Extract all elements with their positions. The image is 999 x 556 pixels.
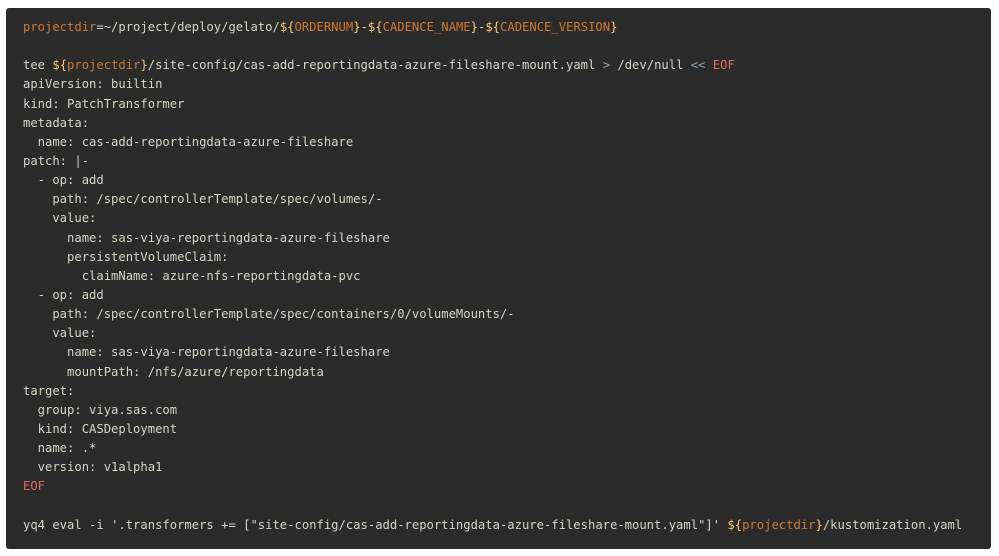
code-line: apiVersion: builtin bbox=[23, 75, 991, 94]
code-line: group: viya.sas.com bbox=[23, 401, 991, 420]
code-block[interactable]: projectdir=~/project/deploy/gelato/${ORD… bbox=[6, 8, 991, 549]
code-token: } bbox=[610, 20, 618, 34]
code-line: patch: |- bbox=[23, 152, 991, 171]
code-token: patch: |- bbox=[23, 153, 90, 168]
code-line: name: sas-viya-reportingdata-azure-files… bbox=[23, 343, 991, 362]
code-line: - op: add bbox=[23, 286, 991, 305]
code-token: name: cas-add-reportingdata-azure-filesh… bbox=[23, 134, 354, 149]
code-token: - bbox=[360, 20, 368, 34]
code-line: metadata: bbox=[23, 114, 991, 133]
code-token: metadata: bbox=[23, 115, 90, 130]
code-token: value: bbox=[23, 326, 97, 341]
code-line: mountPath: /nfs/azure/reportingdata bbox=[23, 363, 991, 382]
code-token: kind: CASDeployment bbox=[23, 421, 178, 436]
code-token: > bbox=[602, 58, 611, 73]
code-line: yq4 eval -i '.transformers += ["site-con… bbox=[23, 516, 991, 535]
code-token: value: bbox=[23, 211, 97, 226]
code-token: } bbox=[353, 20, 361, 34]
code-token: ${ bbox=[52, 58, 68, 73]
code-token: projectdir bbox=[23, 20, 97, 34]
code-token: version: v1alpha1 bbox=[23, 460, 163, 475]
code-token: ${ bbox=[485, 20, 501, 34]
code-token: /dev/null bbox=[610, 58, 691, 73]
code-token: mountPath: /nfs/azure/reportingdata bbox=[23, 364, 324, 379]
code-token: path: /spec/controllerTemplate/spec/volu… bbox=[23, 192, 383, 207]
code-token: target: bbox=[23, 383, 75, 398]
code-line: path: /spec/controllerTemplate/spec/volu… bbox=[23, 190, 991, 209]
code-line: persistentVolumeClaim: bbox=[23, 248, 991, 267]
code-token: } bbox=[140, 58, 148, 73]
code-line: name: .* bbox=[23, 439, 991, 458]
code-token: /site-config/cas-add-reportingdata-azure… bbox=[147, 58, 603, 73]
code-line: path: /spec/controllerTemplate/spec/cont… bbox=[23, 305, 991, 324]
code-line: value: bbox=[23, 324, 991, 343]
code-token: kind: PatchTransformer bbox=[23, 96, 185, 111]
code-token: EOF bbox=[712, 58, 735, 73]
code-line: projectdir=~/project/deploy/gelato/${ORD… bbox=[23, 18, 991, 37]
code-token: CADENCE_VERSION bbox=[500, 20, 611, 34]
code-line: tee ${projectdir}/site-config/cas-add-re… bbox=[23, 56, 991, 75]
code-token: persistentVolumeClaim: bbox=[23, 249, 229, 264]
code-line: version: v1alpha1 bbox=[23, 458, 991, 477]
code-token: - op: add bbox=[23, 173, 104, 188]
code-line: target: bbox=[23, 382, 991, 401]
code-line: kind: PatchTransformer bbox=[23, 95, 991, 114]
code-line: name: sas-viya-reportingdata-azure-files… bbox=[23, 229, 991, 248]
code-token: ${ bbox=[367, 20, 383, 34]
code-line: kind: CASDeployment bbox=[23, 420, 991, 439]
code-token: } bbox=[470, 20, 478, 34]
code-token: yq4 eval -i '.transformers += ["site-con… bbox=[23, 517, 728, 532]
code-token: ORDERNUM bbox=[294, 20, 354, 34]
code-token: =~/project/deploy/gelato/ bbox=[96, 20, 280, 34]
code-line: claimName: azure-nfs-reportingdata-pvc bbox=[23, 267, 991, 286]
code-token: - op: add bbox=[23, 287, 104, 302]
code-token: ${ bbox=[279, 20, 295, 34]
code-token: apiVersion: builtin bbox=[23, 77, 163, 92]
code-token: /kustomization.yaml bbox=[822, 517, 963, 532]
code-token: } bbox=[815, 517, 823, 532]
code-token: name: .* bbox=[23, 441, 97, 456]
code-token: CADENCE_NAME bbox=[382, 20, 471, 34]
code-token: << bbox=[690, 58, 706, 73]
code-token: group: viya.sas.com bbox=[23, 402, 178, 417]
code-line: EOF bbox=[23, 477, 991, 496]
code-token: EOF bbox=[23, 479, 46, 494]
code-token: name: sas-viya-reportingdata-azure-files… bbox=[23, 345, 390, 360]
code-token: ${ bbox=[727, 517, 743, 532]
code-token: projectdir bbox=[742, 517, 816, 532]
code-token: claimName: azure-nfs-reportingdata-pvc bbox=[23, 268, 361, 283]
code-token: tee bbox=[23, 58, 53, 73]
code-line: name: cas-add-reportingdata-azure-filesh… bbox=[23, 133, 991, 152]
code-token: name: sas-viya-reportingdata-azure-files… bbox=[23, 230, 390, 245]
code-line: value: bbox=[23, 209, 991, 228]
code-token: projectdir bbox=[67, 58, 141, 73]
code-line: - op: add bbox=[23, 171, 991, 190]
code-token: path: /spec/controllerTemplate/spec/cont… bbox=[23, 307, 515, 322]
